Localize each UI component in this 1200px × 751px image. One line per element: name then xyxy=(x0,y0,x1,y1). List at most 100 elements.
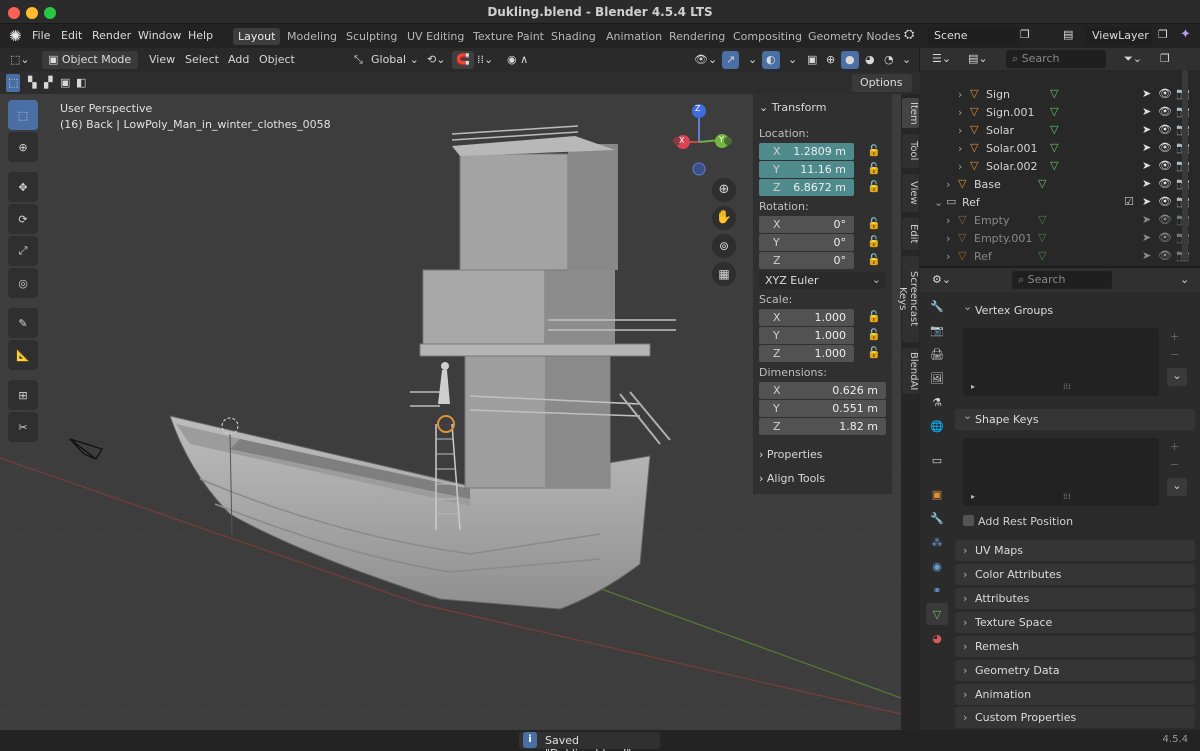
tab-uv-editing[interactable]: UV Editing xyxy=(402,28,469,45)
selectable-arrow-icon[interactable]: ➤ xyxy=(1142,87,1151,100)
collection-checkbox-icon[interactable]: ☑ xyxy=(1124,195,1134,208)
camera-view-icon[interactable]: ⊚ xyxy=(712,234,736,258)
expand-arrow-icon[interactable]: › xyxy=(946,250,950,263)
mesh-data-icon[interactable]: ▽ xyxy=(1038,177,1046,190)
filter-icon[interactable]: ⏷⌄ xyxy=(1120,50,1146,68)
gizmo-dropdown-icon[interactable]: ⌄ xyxy=(744,51,761,69)
texture-space-panel[interactable]: Texture Space xyxy=(955,612,1195,633)
properties-options-icon[interactable]: ⌄ xyxy=(1176,271,1193,289)
outliner-row[interactable]: ›▽Solar.002▽➤👁📷 xyxy=(920,158,1200,176)
location-x-field[interactable]: X 1.2809 m xyxy=(759,143,854,160)
outliner-search-input[interactable]: ⌕ Search xyxy=(1006,50,1106,68)
object-properties-icon[interactable]: ▣ xyxy=(926,483,948,505)
shading-material-icon[interactable]: ◕ xyxy=(861,51,879,69)
select-mode-extend-icon[interactable]: ▚ xyxy=(24,74,40,92)
scale-z-field[interactable]: Z 1.000 xyxy=(759,345,854,362)
outliner-row[interactable]: ›▽Base▽➤👁📷 xyxy=(920,176,1200,194)
uv-maps-panel[interactable]: UV Maps xyxy=(955,540,1195,561)
cursor-tool-icon[interactable]: ⊕ xyxy=(8,132,38,162)
selectable-arrow-icon[interactable]: ➤ xyxy=(1142,159,1151,172)
navigation-gizmo[interactable]: Z Y X xyxy=(666,104,736,184)
lock-icon[interactable]: 🔓 xyxy=(867,217,881,230)
shape-keys-list[interactable]: ▸ ⁞⁞⁞ xyxy=(963,438,1159,506)
eye-visibility-icon[interactable]: 👁 xyxy=(1158,195,1172,208)
selectable-arrow-icon[interactable]: ➤ xyxy=(1142,213,1151,226)
outliner-row[interactable]: ›▽Solar▽➤👁📷 xyxy=(920,122,1200,140)
rotation-x-field[interactable]: X 0° xyxy=(759,216,854,233)
add-vertex-group-icon[interactable]: + xyxy=(1170,330,1179,343)
blender-logo-icon[interactable]: ✺ xyxy=(9,27,22,45)
menu-render[interactable]: Render xyxy=(92,29,131,42)
tab-texture-paint[interactable]: Texture Paint xyxy=(468,28,549,45)
outliner-row[interactable]: ›▽Solar.001▽➤👁📷 xyxy=(920,140,1200,158)
attributes-panel[interactable]: Attributes xyxy=(955,588,1195,609)
mesh-data-icon[interactable]: ▽ xyxy=(1038,249,1046,262)
visibility-icon[interactable]: 👁⌄ xyxy=(690,51,721,69)
lock-icon[interactable]: 🔓 xyxy=(867,310,881,323)
lock-icon[interactable]: 🔓 xyxy=(867,253,881,266)
mesh-data-icon[interactable]: ▽ xyxy=(1050,123,1058,136)
scene-selector[interactable]: Scene xyxy=(928,27,1018,45)
remove-vertex-group-icon[interactable]: − xyxy=(1170,348,1179,361)
select-mode-subtract-icon[interactable]: ▞ xyxy=(40,74,56,92)
properties-panel-header[interactable]: › Properties xyxy=(759,448,823,461)
lock-icon[interactable]: 🔓 xyxy=(867,144,881,157)
lock-icon[interactable]: 🔓 xyxy=(867,346,881,359)
transform-panel-header[interactable]: ⌄ Transform xyxy=(759,101,826,114)
add-cube-tool-icon[interactable]: ⊞ xyxy=(8,380,38,410)
rotation-y-field[interactable]: Y 0° xyxy=(759,234,854,251)
lock-icon[interactable]: 🔓 xyxy=(867,328,881,341)
select-mode-intersect-icon[interactable]: ◧ xyxy=(72,74,90,92)
overlay-toggle-icon[interactable]: ◐ xyxy=(762,51,780,69)
shape-keys-panel[interactable]: Shape Keys xyxy=(955,405,1195,430)
menu-help[interactable]: Help xyxy=(188,29,213,42)
shading-solid-icon[interactable]: ● xyxy=(841,51,859,69)
scene-copy-icon[interactable]: ❐ xyxy=(1020,28,1030,41)
scale-x-field[interactable]: X 1.000 xyxy=(759,309,854,326)
scene-properties-icon[interactable]: ⚗ xyxy=(926,391,948,413)
annotate-tool-icon[interactable]: ✎ xyxy=(8,308,38,338)
viewlayer-selector[interactable]: ViewLayer xyxy=(1086,27,1152,45)
selectable-arrow-icon[interactable]: ➤ xyxy=(1142,177,1151,190)
geometry-data-panel[interactable]: Geometry Data xyxy=(955,660,1195,681)
selectable-arrow-icon[interactable]: ➤ xyxy=(1142,195,1151,208)
tab-modeling[interactable]: Modeling xyxy=(282,28,342,45)
eye-visibility-icon[interactable]: 👁 xyxy=(1158,249,1172,262)
remesh-panel[interactable]: Remesh xyxy=(955,636,1195,657)
eye-visibility-icon[interactable]: 👁 xyxy=(1158,159,1172,172)
snap-icon[interactable]: 🧲 xyxy=(452,51,474,69)
scale-tool-icon[interactable]: ⤢ xyxy=(8,236,38,266)
measure-tool-icon[interactable]: 📐 xyxy=(8,340,38,370)
expand-arrow-icon[interactable]: › xyxy=(958,124,962,137)
mesh-data-icon[interactable]: ▽ xyxy=(1050,141,1058,154)
tab-tool[interactable]: Tool xyxy=(902,134,919,168)
tab-layout[interactable]: Layout xyxy=(233,28,281,45)
object-mode-dropdown[interactable]: ▣ Object Mode ⌄ xyxy=(42,51,138,84)
zoom-icon[interactable]: ⊕ xyxy=(712,178,736,202)
expand-arrow-icon[interactable]: › xyxy=(946,214,950,227)
expand-arrow-icon[interactable]: › xyxy=(958,88,962,101)
menu-select[interactable]: Select xyxy=(181,51,223,69)
world-properties-icon[interactable]: 🌐 xyxy=(926,415,948,437)
eye-visibility-icon[interactable]: 👁 xyxy=(1158,177,1172,190)
eye-visibility-icon[interactable]: 👁 xyxy=(1158,105,1172,118)
proportional-edit-icon[interactable]: ◉ ∧ xyxy=(503,51,532,69)
remove-shape-key-icon[interactable]: − xyxy=(1170,458,1179,471)
dimensions-x-field[interactable]: X 0.626 m xyxy=(759,382,886,399)
menu-view[interactable]: View xyxy=(145,51,179,69)
lock-icon[interactable]: 🔓 xyxy=(867,235,881,248)
eye-visibility-icon[interactable]: 👁 xyxy=(1158,87,1172,100)
pivot-icon[interactable]: ⟲⌄ xyxy=(423,51,449,69)
tab-sculpting[interactable]: Sculpting xyxy=(341,28,402,45)
lock-icon[interactable]: 🔓 xyxy=(867,180,881,193)
selectable-arrow-icon[interactable]: ➤ xyxy=(1142,123,1151,136)
modifier-properties-icon[interactable]: 🔧 xyxy=(926,507,948,529)
rotate-tool-icon[interactable]: ⟳ xyxy=(8,204,38,234)
animation-panel[interactable]: Animation xyxy=(955,684,1195,705)
shape-key-specials-icon[interactable]: ⌄ xyxy=(1167,478,1187,496)
overlay-dropdown-icon[interactable]: ⌄ xyxy=(784,51,801,69)
lock-icon[interactable]: 🔓 xyxy=(867,162,881,175)
selectable-arrow-icon[interactable]: ➤ xyxy=(1142,105,1151,118)
mesh-data-icon[interactable]: ▽ xyxy=(1038,231,1046,244)
shading-wireframe-icon[interactable]: ⊕ xyxy=(822,51,839,69)
